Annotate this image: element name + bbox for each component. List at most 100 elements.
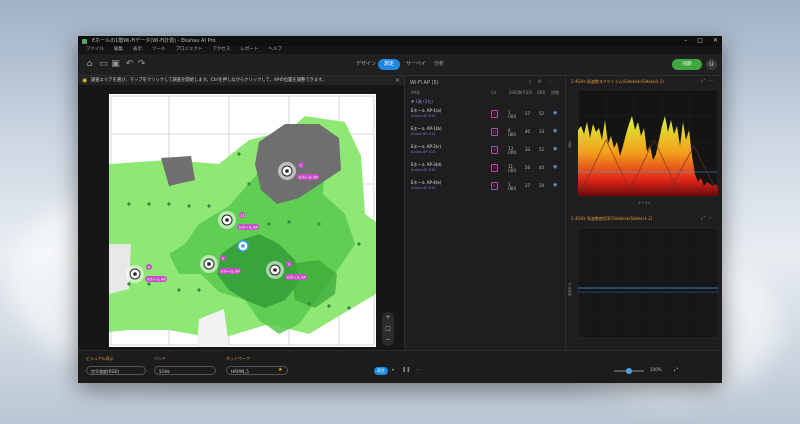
eye-icon[interactable]: ◉: [553, 128, 557, 134]
spectrum-chart: dBm チャネル: [568, 89, 719, 205]
ap-list-columns: AP名 Ch SSID数 RSSI SNR 詳細: [405, 90, 567, 97]
expand-icon[interactable]: ⤢: [701, 78, 709, 84]
zoom-in-button[interactable]: +: [382, 312, 394, 323]
tab-analysis[interactable]: 分析: [428, 59, 450, 70]
hint-close-icon[interactable]: ×: [395, 76, 400, 85]
eye-icon[interactable]: ◉: [553, 164, 557, 170]
menu-tools[interactable]: ツール: [152, 46, 166, 54]
play-button[interactable]: 再生: [374, 367, 388, 375]
menu-report[interactable]: レポート: [240, 46, 258, 54]
profile-button[interactable]: U: [706, 59, 717, 70]
minimize-button[interactable]: –: [684, 36, 687, 46]
column-header[interactable]: AP名: [411, 90, 420, 96]
floor-plan[interactable]: 1 Eホール AP 11 Eホール AP 2 Eホール AP 3 Eホール AP…: [109, 94, 376, 347]
menu-project[interactable]: プロジェクト: [176, 46, 203, 54]
menu-help[interactable]: ヘルプ: [268, 46, 282, 54]
folder-icon[interactable]: ▭: [98, 59, 109, 70]
eye-icon[interactable]: ◉: [553, 182, 557, 188]
channel-y-label: 使用率 %: [567, 282, 572, 296]
hint-text: 調査エリアを選び、マップをクリックして調査を開始します。Ctrlを押しながらクリ…: [91, 78, 327, 83]
gear-icon[interactable]: ⚙: [538, 79, 548, 85]
menu-bar: ファイル 編集 表示 ツール プロジェクト アクセス レポート ヘルプ: [78, 46, 722, 54]
close-window-button[interactable]: ✕: [713, 36, 718, 46]
ap-name-label: Eホール AP: [299, 174, 319, 179]
ap-count: 11 (40): [508, 164, 517, 173]
maximize-button[interactable]: □: [697, 36, 703, 46]
ap-name-label: Eホール AP: [221, 268, 241, 273]
channel-badge: 4: [491, 182, 498, 190]
star-icon[interactable]: ★: [278, 367, 282, 373]
list-item[interactable]: Eホール AP-1(b) Aruba AP-515 11 6 (80) 40 3…: [405, 124, 565, 141]
list-item[interactable]: Eホール AP-2(c) Aruba AP-515 6 13 (40) 33 5…: [405, 142, 565, 159]
column-header[interactable]: SSID数: [509, 90, 522, 96]
undo-icon[interactable]: ↶: [124, 59, 135, 70]
lightbulb-icon: ◉: [82, 77, 88, 84]
channel-panel-icons: ⤢⋯: [701, 215, 718, 221]
zoom-fit-button[interactable]: □: [382, 323, 394, 334]
column-header[interactable]: SNR: [537, 90, 545, 95]
visualization-select[interactable]: 信号強度(RSSI): [86, 366, 146, 375]
spectrum-panel-title: 2.4GHz 周波数スペクトラム(Sidekick/Sidekick 2): [571, 79, 664, 84]
ap-marker-selected[interactable]: [237, 240, 249, 252]
ap-rssi: 33: [525, 147, 531, 152]
next-icon[interactable]: ▸: [392, 367, 395, 373]
spectrum-panel-icons: ⤢⋯: [701, 78, 718, 84]
ap-rssi: 56: [525, 165, 531, 170]
zoom-slider-knob[interactable]: [626, 368, 632, 374]
sync-button[interactable]: 同期: [672, 59, 702, 70]
ap-name-label: Eホール AP: [287, 274, 307, 279]
more-icon[interactable]: ⋯: [416, 367, 421, 373]
column-header[interactable]: Ch: [491, 90, 496, 95]
more-icon[interactable]: ⋯: [548, 79, 559, 85]
app-window: Eホールの1階Wi-Fiデータ(Wi-Fi計測) - Ekahau AI Pro…: [78, 36, 722, 383]
ap-snr: 34: [539, 183, 545, 188]
zoom-slider[interactable]: [614, 368, 644, 374]
home-icon[interactable]: ⌂: [84, 59, 95, 70]
ap-rssi: 57: [525, 111, 531, 116]
ap-group-label[interactable]: ▼ 1階 (5台): [411, 99, 433, 105]
menu-edit[interactable]: 編集: [114, 46, 123, 54]
column-header[interactable]: RSSI: [523, 90, 532, 95]
ap-name-label: Eホール AP: [239, 224, 259, 229]
app-icon: [82, 39, 87, 44]
ap-snr: 33: [539, 129, 545, 134]
bottom-bar: ビジュアル表示 信号強度(RSSI) バンド 5GHz ネットワーク HAYAN…: [78, 350, 722, 383]
menu-access[interactable]: アクセス: [213, 46, 231, 54]
spectrum-x-label: チャネル: [638, 200, 652, 205]
eye-icon[interactable]: ◉: [553, 146, 557, 152]
list-item[interactable]: Eホール AP-1(a) Aruba AP-515 1 1 (40) 57 52…: [405, 106, 565, 123]
expand-icon[interactable]: ⤢: [701, 215, 709, 221]
ap-number-label: 11: [240, 213, 245, 217]
fullscreen-icon[interactable]: ⤢: [674, 367, 678, 373]
menu-file[interactable]: ファイル: [86, 46, 104, 54]
list-item[interactable]: Eホール AP-3(d) Aruba AP-515 3 11 (40) 56 4…: [405, 160, 565, 177]
ap-rssi: 27: [525, 183, 531, 188]
zoom-value: 100%: [650, 367, 662, 372]
ap-model: Aruba AP-515: [411, 168, 436, 172]
more-icon[interactable]: ⋯: [709, 215, 718, 221]
menu-view[interactable]: 表示: [133, 46, 142, 54]
channel-badge: 6: [491, 146, 498, 154]
network-label: ネットワーク: [226, 356, 250, 361]
redo-icon[interactable]: ↷: [136, 59, 147, 70]
tab-survey-active[interactable]: 測定: [378, 59, 401, 70]
ap-snr: 44: [539, 165, 545, 170]
ap-name-label: Eホール AP: [147, 276, 167, 281]
column-header[interactable]: 詳細: [551, 90, 559, 96]
toolbar: ⌂ ▭ ▣ ↶ ↷ デザイン 測定 サーベイ 分析 同期 U: [78, 54, 722, 76]
search-icon[interactable]: ⌕: [529, 79, 538, 85]
analysis-panels: 2.4GHz 周波数スペクトラム(Sidekick/Sidekick 2) ⤢⋯: [566, 76, 722, 350]
ap-snr: 52: [539, 111, 545, 116]
more-icon[interactable]: ⋯: [709, 78, 718, 84]
channel-badge: 11: [491, 128, 498, 136]
ap-count: 13 (40): [508, 146, 517, 155]
zoom-out-button[interactable]: −: [382, 334, 394, 345]
ap-list-header-icons: ⌕⚙⋯: [529, 79, 559, 85]
eye-icon[interactable]: ◉: [553, 110, 557, 116]
band-select[interactable]: 5GHz: [154, 366, 216, 375]
save-icon[interactable]: ▣: [110, 59, 121, 70]
ap-count: 1 (40): [508, 110, 517, 119]
pause-icon[interactable]: ❚❚: [402, 367, 410, 373]
ap-number-label: 2: [222, 256, 224, 260]
list-item[interactable]: Eホール AP-4(e) Aruba AP-515 4 1 (80) 27 34…: [405, 178, 565, 195]
